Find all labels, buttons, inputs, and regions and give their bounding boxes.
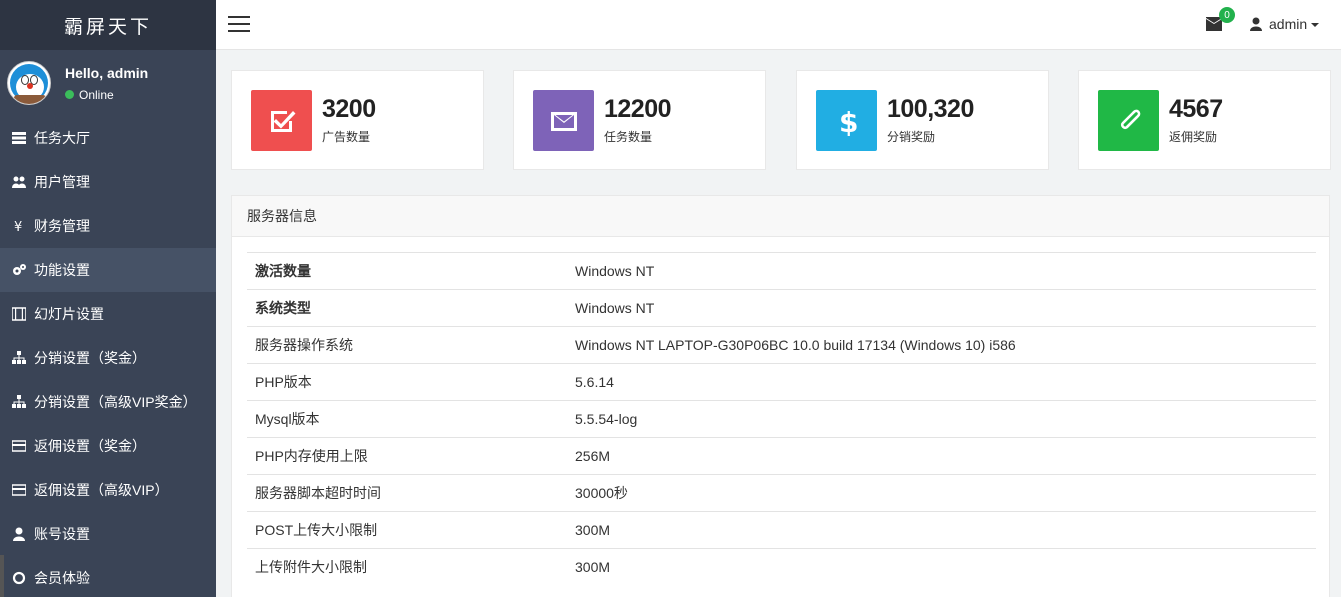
stat-card: 12200 任务数量 xyxy=(513,70,766,170)
table-row: POST上传大小限制 300M xyxy=(247,511,1316,549)
online-dot-icon xyxy=(65,90,74,99)
credit-card-icon xyxy=(11,482,27,498)
user-status-label: Online xyxy=(79,87,114,102)
sidebar-item-label: 任务大厅 xyxy=(34,130,90,146)
info-value: Windows NT xyxy=(567,289,1316,327)
stat-value: 4567 xyxy=(1169,95,1223,123)
sitemap-icon xyxy=(11,350,27,366)
info-value: 30000秒 xyxy=(567,474,1316,512)
envelope-icon xyxy=(533,90,594,151)
sidebar-item-label: 账号设置 xyxy=(34,526,90,542)
sidebar-item-11[interactable]: 会员体验 xyxy=(0,556,216,597)
sidebar-item-label: 幻灯片设置 xyxy=(34,306,104,322)
user-icon xyxy=(11,526,27,542)
sidebar-item-label: 功能设置 xyxy=(34,262,90,278)
sidebar-item-label: 会员体验 xyxy=(34,570,90,586)
menu-toggle-icon[interactable] xyxy=(228,16,250,34)
user-dropdown[interactable]: admin xyxy=(1250,16,1320,32)
panel-title: 服务器信息 xyxy=(232,196,1329,237)
info-value: 300M xyxy=(567,511,1316,549)
sidebar-item-label: 用户管理 xyxy=(34,174,90,190)
sidebar-item-1[interactable]: 任务大厅 xyxy=(0,116,216,160)
info-key: 激活数量 xyxy=(247,252,567,290)
list-icon xyxy=(11,130,27,146)
info-key: PHP内存使用上限 xyxy=(247,437,567,475)
avatar[interactable] xyxy=(7,61,51,105)
sitemap-icon xyxy=(11,394,27,410)
sidebar: 霸屏天下 Hello, admin Online 任务大厅用户管理 ¥ 财务管理功能… xyxy=(0,0,216,597)
info-key: 上传附件大小限制 xyxy=(247,548,567,586)
table-row: 激活数量 Windows NT xyxy=(247,252,1316,290)
table-row: 上传附件大小限制 300M xyxy=(247,548,1316,586)
stat-card: 3200 广告数量 xyxy=(231,70,484,170)
info-value: Windows NT LAPTOP-G30P06BC 10.0 build 17… xyxy=(567,326,1316,364)
stat-card: $100,320 分销奖励 xyxy=(796,70,1049,170)
server-info-table: 激活数量 Windows NT 系统类型 Windows NT 服务器操作系统 Windo… xyxy=(247,252,1316,586)
sidebar-item-label: 返佣设置（奖金） xyxy=(34,438,146,454)
yen-icon: ¥ xyxy=(11,218,27,234)
film-icon xyxy=(11,306,27,322)
user-status: Online xyxy=(65,88,148,102)
info-key: 系统类型 xyxy=(247,289,567,327)
stat-value: 12200 xyxy=(604,95,672,123)
sidebar-item-label: 分销设置（高级VIP奖金） xyxy=(34,394,197,410)
user-panel: Hello, admin Online xyxy=(0,50,216,116)
caret-down-icon xyxy=(1311,23,1320,27)
sidebar-item-4[interactable]: 功能设置 xyxy=(0,248,216,292)
topbar: 0 admin xyxy=(216,0,1341,50)
table-row: 服务器操作系统 Windows NT LAPTOP-G30P06BC 10.0 b… xyxy=(247,326,1316,364)
info-value: 5.5.54-log xyxy=(567,400,1316,438)
stat-value: 3200 xyxy=(322,95,376,123)
info-key: Mysql版本 xyxy=(247,400,567,438)
svg-text:$: $ xyxy=(839,106,858,136)
check-square-icon xyxy=(251,90,312,151)
table-row: Mysql版本 5.5.54-log xyxy=(247,400,1316,438)
info-key: POST上传大小限制 xyxy=(247,511,567,549)
info-key: PHP版本 xyxy=(247,363,567,401)
user-icon xyxy=(1250,17,1262,31)
sidebar-item-10[interactable]: 账号设置 xyxy=(0,512,216,556)
sidebar-item-9[interactable]: 返佣设置（高级VIP） xyxy=(0,468,216,512)
svg-text:¥: ¥ xyxy=(14,220,22,233)
user-info: Hello, admin Online xyxy=(65,65,148,102)
scroll-edge xyxy=(0,555,4,597)
mail-count-badge: 0 xyxy=(1219,7,1235,23)
stat-label: 返佣奖励 xyxy=(1169,130,1218,144)
stat-value: 100,320 xyxy=(887,95,974,123)
table-row: 服务器脚本超时时间 30000秒 xyxy=(247,474,1316,512)
sidebar-item-label: 返佣设置（高级VIP） xyxy=(34,482,169,498)
info-key: 服务器操作系统 xyxy=(247,326,567,364)
gears-icon xyxy=(11,262,27,278)
users-icon xyxy=(11,174,27,190)
table-row: PHP版本 5.6.14 xyxy=(247,363,1316,401)
server-info-panel: 服务器信息 激活数量 Windows NT 系统类型 Windows NT 服务器操作系… xyxy=(231,195,1330,597)
info-value: 5.6.14 xyxy=(567,363,1316,401)
sidebar-item-6[interactable]: 分销设置（奖金） xyxy=(0,336,216,380)
stat-label: 广告数量 xyxy=(322,130,371,144)
info-value: Windows NT xyxy=(567,252,1316,290)
user-greeting: Hello, admin xyxy=(65,64,149,81)
info-value: 300M xyxy=(567,548,1316,586)
table-row: PHP内存使用上限 256M xyxy=(247,437,1316,475)
sidebar-item-label: 财务管理 xyxy=(34,218,90,234)
stat-label: 任务数量 xyxy=(604,130,653,144)
sidebar-item-8[interactable]: 返佣设置（奖金） xyxy=(0,424,216,468)
stat-label: 分销奖励 xyxy=(887,130,936,144)
dollar-icon: $ xyxy=(816,90,877,151)
username-label: admin xyxy=(1269,16,1308,32)
sidebar-item-label: 分销设置（奖金） xyxy=(34,350,146,366)
sidebar-menu: 任务大厅用户管理 ¥ 财务管理功能设置幻灯片设置分销设置（奖金） 分销设置（高级VIP… xyxy=(0,116,216,597)
sidebar-item-2[interactable]: 用户管理 xyxy=(0,160,216,204)
stat-card: 4567 返佣奖励 xyxy=(1078,70,1331,170)
brand-title[interactable]: 霸屏天下 xyxy=(0,0,216,50)
paperclip-icon xyxy=(1098,90,1159,151)
table-row: 系统类型 Windows NT xyxy=(247,289,1316,327)
sidebar-item-7[interactable]: 分销设置（高级VIP奖金） xyxy=(0,380,216,424)
credit-card-icon xyxy=(11,438,27,454)
info-key: 服务器脚本超时时间 xyxy=(247,474,567,512)
sidebar-item-3[interactable]: ¥ 财务管理 xyxy=(0,204,216,248)
sidebar-item-5[interactable]: 幻灯片设置 xyxy=(0,292,216,336)
info-value: 256M xyxy=(567,437,1316,475)
circle-icon xyxy=(11,570,27,586)
